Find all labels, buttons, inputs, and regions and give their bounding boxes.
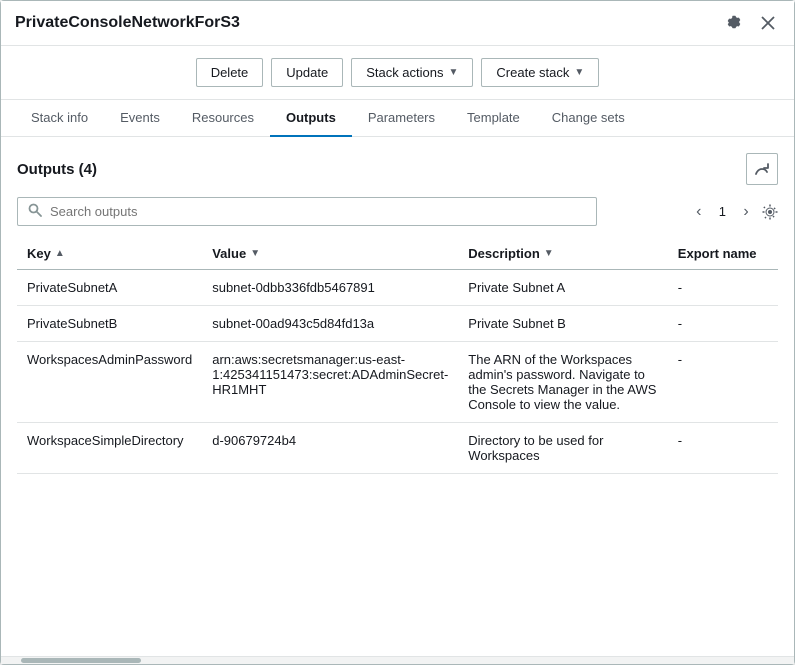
tab-events[interactable]: Events xyxy=(104,100,176,137)
table-header-row: Key ▲ Value ▼ Description ▼ xyxy=(17,238,778,270)
cell-export-name-1: - xyxy=(668,306,778,342)
scrollbar-thumb[interactable] xyxy=(21,658,141,663)
pagination: ‹ 1 › xyxy=(687,200,778,224)
search-input[interactable] xyxy=(50,204,586,219)
page-number: 1 xyxy=(715,204,730,219)
cell-description-0: Private Subnet A xyxy=(458,270,668,306)
cell-key-0: PrivateSubnetA xyxy=(17,270,202,306)
main-window: PrivateConsoleNetworkForS3 Delete Update… xyxy=(0,0,795,665)
cell-key-2: WorkspacesAdminPassword xyxy=(17,342,202,423)
cell-value-1: subnet-00ad943c5d84fd13a xyxy=(202,306,458,342)
cell-key-1: PrivateSubnetB xyxy=(17,306,202,342)
cell-value-0: subnet-0dbb336fdb5467891 xyxy=(202,270,458,306)
table-row: PrivateSubnetB subnet-00ad943c5d84fd13a … xyxy=(17,306,778,342)
delete-button[interactable]: Delete xyxy=(196,58,264,87)
prev-page-button[interactable]: ‹ xyxy=(687,200,711,224)
settings-window-icon[interactable] xyxy=(722,11,746,35)
cell-export-name-3: - xyxy=(668,423,778,474)
tab-parameters[interactable]: Parameters xyxy=(352,100,451,137)
title-bar: PrivateConsoleNetworkForS3 xyxy=(1,1,794,46)
tab-template[interactable]: Template xyxy=(451,100,536,137)
col-header-export-name: Export name xyxy=(668,238,778,270)
tab-change-sets[interactable]: Change sets xyxy=(536,100,641,137)
tab-resources[interactable]: Resources xyxy=(176,100,270,137)
cell-description-2: The ARN of the Workspaces admin's passwo… xyxy=(458,342,668,423)
window-title: PrivateConsoleNetworkForS3 xyxy=(15,14,240,32)
col-header-value: Value ▼ xyxy=(202,238,458,270)
table-row: WorkspacesAdminPassword arn:aws:secretsm… xyxy=(17,342,778,423)
key-sort-asc-icon: ▲ xyxy=(55,248,65,259)
tab-outputs[interactable]: Outputs xyxy=(270,100,352,137)
horizontal-scrollbar[interactable] xyxy=(1,656,794,664)
close-window-icon[interactable] xyxy=(756,11,780,35)
col-header-key: Key ▲ xyxy=(17,238,202,270)
stack-actions-arrow-icon: ▼ xyxy=(449,67,459,78)
outputs-table: Key ▲ Value ▼ Description ▼ xyxy=(17,238,778,474)
cell-description-1: Private Subnet B xyxy=(458,306,668,342)
col-header-description: Description ▼ xyxy=(458,238,668,270)
tabs-bar: Stack info Events Resources Outputs Para… xyxy=(1,100,794,137)
cell-description-3: Directory to be used for Workspaces xyxy=(458,423,668,474)
title-bar-icons xyxy=(722,11,780,35)
description-sort-desc-icon: ▼ xyxy=(544,248,554,259)
refresh-button[interactable] xyxy=(746,153,778,185)
table-row: WorkspaceSimpleDirectory d-90679724b4 Di… xyxy=(17,423,778,474)
cell-value-3: d-90679724b4 xyxy=(202,423,458,474)
update-button[interactable]: Update xyxy=(271,58,343,87)
search-input-wrap[interactable] xyxy=(17,197,597,226)
search-bar: ‹ 1 › xyxy=(17,197,778,226)
cell-value-2: arn:aws:secretsmanager:us-east-1:4253411… xyxy=(202,342,458,423)
table-settings-icon[interactable] xyxy=(762,204,778,220)
outputs-title: Outputs (4) xyxy=(17,161,97,178)
cell-export-name-0: - xyxy=(668,270,778,306)
content-area: Outputs (4) ‹ xyxy=(1,137,794,656)
outputs-header: Outputs (4) xyxy=(17,153,778,185)
stack-actions-button[interactable]: Stack actions ▼ xyxy=(351,58,473,87)
value-sort-desc-icon: ▼ xyxy=(250,248,260,259)
next-page-button[interactable]: › xyxy=(734,200,758,224)
toolbar: Delete Update Stack actions ▼ Create sta… xyxy=(1,46,794,100)
tab-stack-info[interactable]: Stack info xyxy=(15,100,104,137)
cell-key-3: WorkspaceSimpleDirectory xyxy=(17,423,202,474)
cell-export-name-2: - xyxy=(668,342,778,423)
search-icon xyxy=(28,203,42,220)
create-stack-arrow-icon: ▼ xyxy=(574,67,584,78)
create-stack-button[interactable]: Create stack ▼ xyxy=(481,58,599,87)
table-row: PrivateSubnetA subnet-0dbb336fdb5467891 … xyxy=(17,270,778,306)
